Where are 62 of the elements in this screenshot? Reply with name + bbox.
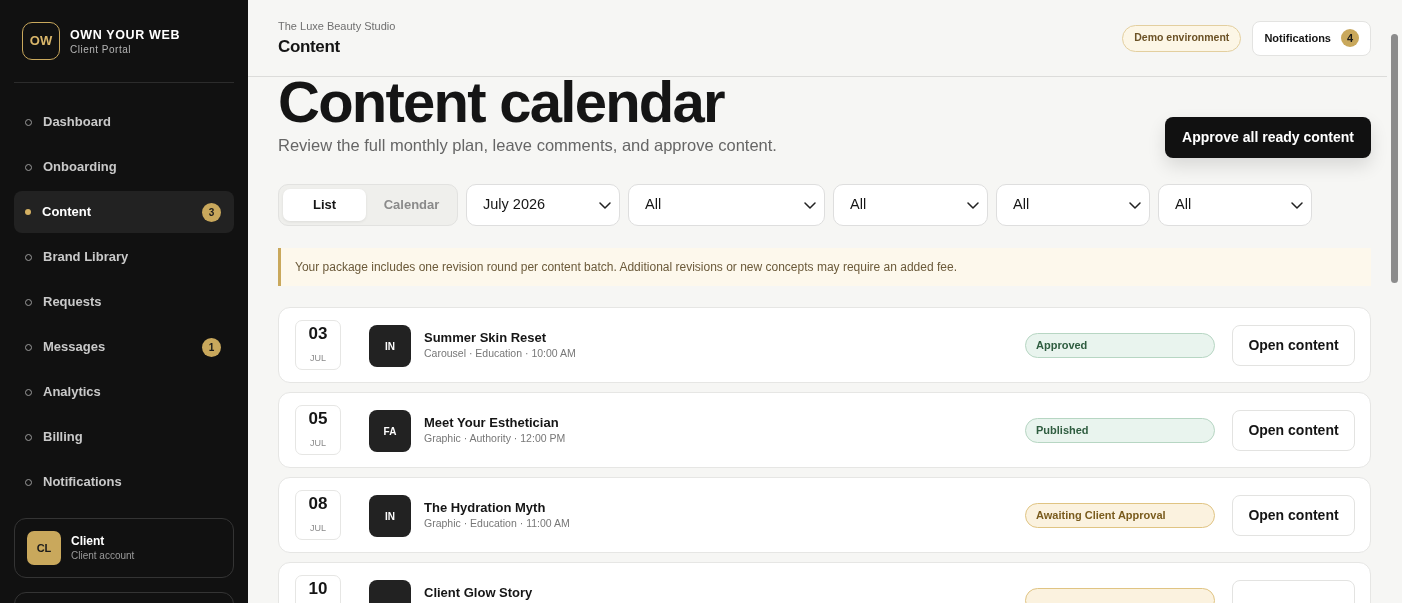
- status-badge: Published: [1025, 418, 1215, 443]
- page-subtitle: Review the full monthly plan, leave comments, and approve content.: [278, 135, 777, 155]
- chevron-down-icon: [967, 201, 979, 209]
- content-meta: Carousel · Education · 10:00 AM: [424, 346, 577, 360]
- open-content-button[interactable]: Open content: [1232, 325, 1355, 366]
- status-badge: Awaiting Client Approval: [1025, 503, 1215, 528]
- filter-select[interactable]: All: [1158, 184, 1312, 226]
- date-month: JUL: [310, 523, 326, 533]
- scrollbar-thumb[interactable]: [1391, 34, 1398, 283]
- nav-item[interactable]: Notifications: [14, 461, 234, 503]
- nav-item[interactable]: Messages 1: [14, 326, 234, 368]
- nav-item[interactable]: Brand Library: [14, 236, 234, 278]
- content-title: Client Glow Story: [424, 585, 534, 601]
- nav-item[interactable]: Content 3: [14, 191, 234, 233]
- notifications-button[interactable]: Notifications 4: [1252, 20, 1371, 56]
- open-content-button[interactable]: Open content: [1232, 495, 1355, 536]
- content-avatar: IN: [369, 325, 411, 367]
- nav-item[interactable]: Billing: [14, 416, 234, 458]
- header-title: Content: [278, 35, 341, 58]
- brand-logo: OW: [22, 22, 60, 60]
- date-month: JUL: [310, 353, 326, 363]
- date-day: 08: [308, 495, 328, 513]
- notice-banner: Your package includes one revision round per content batch. Additional revisions or new concepts may require an added fee.: [278, 248, 1371, 286]
- filter-select[interactable]: All: [833, 184, 988, 226]
- view-tab[interactable]: List: [283, 189, 366, 221]
- date-day: 05: [308, 410, 328, 428]
- approve-all-button[interactable]: Approve all ready content: [1165, 117, 1371, 158]
- nav-item[interactable]: Analytics: [14, 371, 234, 413]
- chevron-down-icon: [599, 201, 611, 209]
- brand-name: OWN YOUR WEB: [70, 26, 181, 43]
- content-title: Meet Your Esthetician: [424, 415, 560, 431]
- account-avatar: CL: [27, 531, 61, 565]
- content-meta: Graphic · Education · 11:00 AM: [424, 516, 571, 530]
- page-title: Content calendar: [278, 78, 726, 126]
- chevron-down-icon: [804, 201, 816, 209]
- account-card[interactable]: CL Client Client account: [14, 518, 234, 578]
- nav-item[interactable]: Onboarding: [14, 146, 234, 188]
- count-badge: 1: [202, 337, 221, 357]
- date-day: 03: [308, 325, 328, 343]
- filter-select[interactable]: All: [628, 184, 825, 226]
- count-badge: 4: [1341, 29, 1359, 47]
- date-day: 10: [308, 580, 328, 598]
- nav-item[interactable]: Requests: [14, 281, 234, 323]
- chevron-down-icon: [1291, 201, 1303, 209]
- count-badge: 3: [202, 202, 221, 222]
- nav-item[interactable]: Dashboard: [14, 101, 234, 143]
- content-title: Summer Skin Reset: [424, 330, 548, 346]
- environment-badge: Demo environment: [1122, 24, 1242, 52]
- account-role: Client account: [71, 549, 135, 562]
- status-badge: Approved: [1025, 333, 1215, 358]
- breadcrumb: The Luxe Beauty Studio: [278, 18, 396, 33]
- brand-subtitle: Client Portal: [70, 42, 132, 56]
- content-avatar: FA: [369, 410, 411, 452]
- account-name: Client: [71, 534, 106, 549]
- chevron-down-icon: [1129, 201, 1141, 209]
- filter-select[interactable]: July 2026: [466, 184, 620, 226]
- open-content-button[interactable]: Open content: [1232, 410, 1355, 451]
- date-month: JUL: [310, 438, 326, 448]
- filter-select[interactable]: All: [996, 184, 1150, 226]
- content-avatar: IN: [369, 495, 411, 537]
- content-title: The Hydration Myth: [424, 500, 547, 516]
- content-meta: Graphic · Authority · 12:00 PM: [424, 431, 567, 445]
